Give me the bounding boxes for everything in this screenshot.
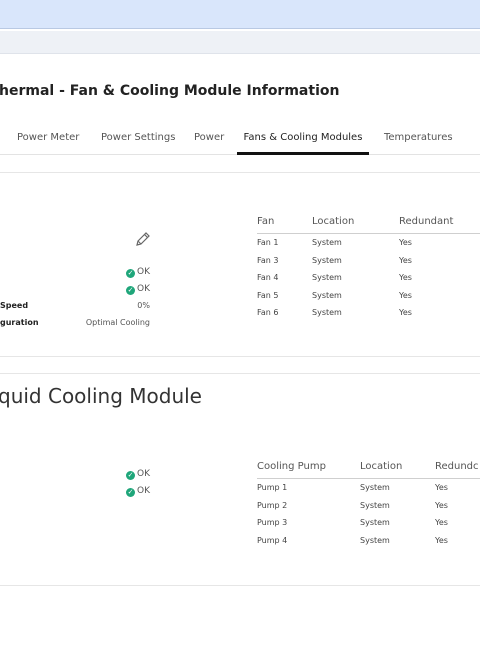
tab-power[interactable]: Power [194, 124, 224, 152]
fan-redundant: Yes [399, 273, 412, 283]
fan-location: System [312, 290, 342, 300]
fan-name: Fan 3 [257, 255, 279, 265]
fan-location: System [312, 308, 342, 318]
pump-location: System [360, 483, 390, 493]
configuration-value: Optimal Cooling [85, 318, 150, 327]
browser-top-bar [0, 0, 480, 29]
table-row: Pump 1 System Yes [257, 479, 480, 497]
table-header-row: Fan Location Redundant [257, 216, 480, 234]
table-row: Pump 4 System Yes [257, 532, 480, 550]
page-title: hermal - Fan & Cooling Module Informatio… [0, 83, 340, 99]
column-header-location[interactable]: Location [360, 461, 435, 479]
fan-redundant: Yes [399, 290, 412, 300]
check-circle-icon: ✓ [126, 488, 135, 497]
configuration-label: guration [0, 318, 39, 327]
table-row: Pump 2 System Yes [257, 497, 480, 515]
liquid-redundancy-status-ok: ✓ OK [126, 486, 150, 497]
table-row: Fan 6 System Yes [257, 304, 480, 322]
table-row: Fan 5 System Yes [257, 287, 480, 305]
pump-redundant: Yes [435, 500, 448, 510]
tab-power-meter[interactable]: Power Meter [17, 124, 79, 152]
fan-name: Fan 1 [257, 238, 279, 248]
section-divider [0, 373, 480, 374]
fan-name: Fan 6 [257, 308, 279, 318]
pump-name: Pump 1 [257, 483, 288, 493]
pump-redundant: Yes [435, 518, 448, 528]
pump-location: System [360, 500, 390, 510]
navigation-sub-bar [0, 31, 480, 54]
liquid-cooling-title: quid Cooling Module [0, 384, 202, 408]
fan-redundancy-status-ok: ✓ OK [126, 284, 150, 295]
tab-power-settings[interactable]: Power Settings [101, 124, 175, 152]
column-header-redundant[interactable]: Redundant [399, 216, 480, 234]
check-circle-icon: ✓ [126, 286, 135, 295]
fan-location: System [312, 238, 342, 248]
check-circle-icon: ✓ [126, 471, 135, 480]
table-row: Fan 4 System Yes [257, 269, 480, 287]
tab-fans-cooling-modules[interactable]: Fans & Cooling Modules [237, 124, 369, 155]
table-header-row: Cooling Pump Location Redundc [257, 461, 480, 479]
pump-redundant: Yes [435, 483, 448, 493]
column-header-location[interactable]: Location [312, 216, 399, 234]
pump-name: Pump 3 [257, 518, 288, 528]
section-divider [0, 356, 480, 357]
fan-status-ok: ✓ OK [126, 267, 150, 278]
fan-name: Fan 4 [257, 273, 279, 283]
pump-redundant: Yes [435, 535, 448, 545]
pump-location: System [360, 518, 390, 528]
fan-table: Fan Location Redundant Fan 1 System Yes … [257, 216, 480, 322]
pump-table: Cooling Pump Location Redundc Pump 1 Sys… [257, 461, 480, 549]
table-row: Pump 3 System Yes [257, 514, 480, 532]
tab-temperatures[interactable]: Temperatures [384, 124, 453, 152]
column-header-fan[interactable]: Fan [257, 216, 312, 234]
speed-label: Speed [0, 301, 29, 310]
column-header-redundant[interactable]: Redundc [435, 461, 480, 479]
table-row: Fan 1 System Yes [257, 234, 480, 252]
section-divider [0, 172, 480, 173]
speed-value: 0% [137, 301, 150, 310]
section-divider [0, 585, 480, 586]
pump-location: System [360, 535, 390, 545]
fan-redundant: Yes [399, 255, 412, 265]
fan-redundant: Yes [399, 308, 412, 318]
tab-bar: Power Meter Power Settings Power Fans & … [0, 124, 480, 155]
fan-location: System [312, 273, 342, 283]
column-header-cooling-pump[interactable]: Cooling Pump [257, 461, 360, 479]
fan-redundant: Yes [399, 238, 412, 248]
pump-name: Pump 4 [257, 535, 288, 545]
pencil-icon[interactable] [134, 230, 152, 248]
fan-location: System [312, 255, 342, 265]
check-circle-icon: ✓ [126, 269, 135, 278]
fan-name: Fan 5 [257, 290, 279, 300]
liquid-status-ok: ✓ OK [126, 469, 150, 480]
pump-name: Pump 2 [257, 500, 288, 510]
table-row: Fan 3 System Yes [257, 252, 480, 270]
